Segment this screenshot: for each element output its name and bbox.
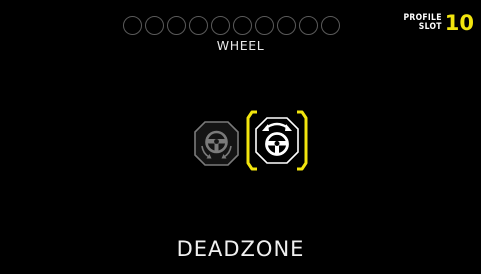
mode-label: WHEEL: [216, 38, 265, 53]
slot-dot: [233, 16, 252, 35]
option-wheel-deadzone[interactable]: [245, 109, 309, 172]
steering-wheel-deadzone-icon: [246, 110, 308, 171]
slot-dot: [145, 16, 164, 35]
slot-dot: [123, 16, 142, 35]
steering-wheel-rotation-icon: [194, 121, 239, 166]
slot-dot: [277, 16, 296, 35]
slot-dot: [255, 16, 274, 35]
slot-dot: [211, 16, 230, 35]
profile-slot: PROFILE SLOT 10: [404, 11, 475, 35]
profile-slot-label: PROFILE SLOT: [404, 14, 442, 32]
profile-slot-indicator: [123, 16, 340, 35]
slot-dot: [167, 16, 186, 35]
profile-label-line2: SLOT: [418, 22, 442, 32]
slot-dot: [299, 16, 318, 35]
profile-slot-number: 10: [444, 11, 474, 35]
slot-dot: [189, 16, 208, 35]
setting-title: DEADZONE: [176, 237, 305, 261]
slot-dot: [321, 16, 340, 35]
option-wheel-rotation[interactable]: [193, 120, 240, 167]
